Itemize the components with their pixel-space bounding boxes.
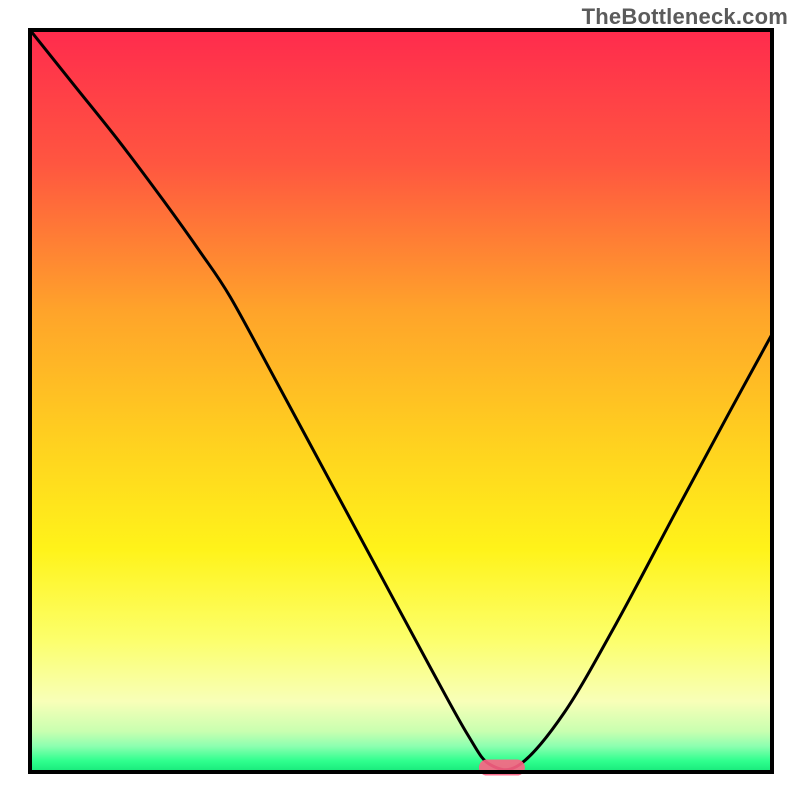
gradient-background [30, 30, 772, 772]
watermark-text: TheBottleneck.com [582, 4, 788, 30]
chart-stage: TheBottleneck.com [0, 0, 800, 800]
bottleneck-chart [0, 0, 800, 800]
plot-area [30, 30, 772, 776]
